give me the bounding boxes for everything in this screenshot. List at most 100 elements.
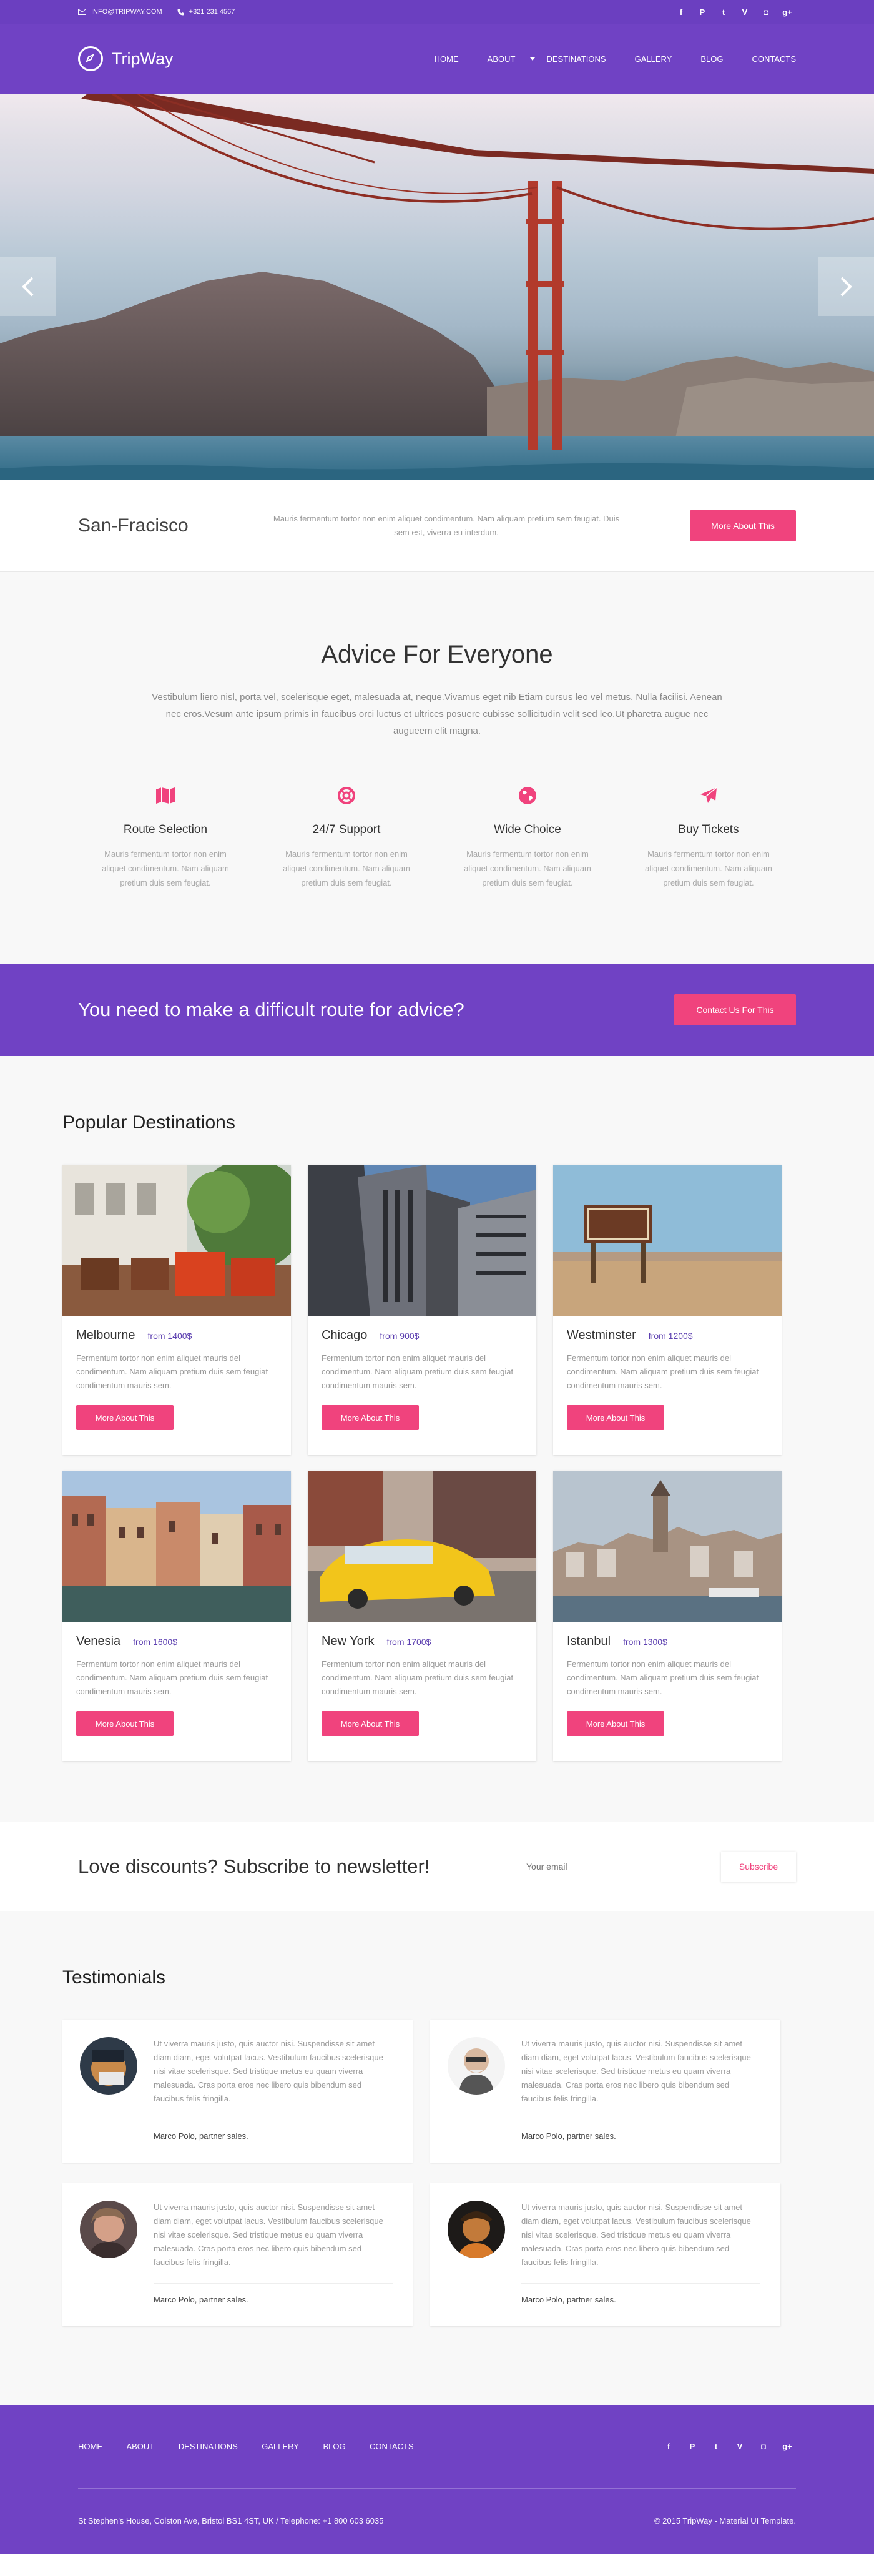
destination-more-button[interactable]: More About This bbox=[76, 1405, 174, 1430]
feature-buy-tickets: Buy Tickets Mauris fermentum tortor non … bbox=[637, 783, 780, 890]
advice-section: Advice For Everyone Vestibulum liero nis… bbox=[0, 572, 874, 964]
testimonial-text: Ut viverra mauris justo, quis auctor nis… bbox=[521, 2203, 751, 2267]
newsletter-section: Love discounts? Subscribe to newsletter!… bbox=[0, 1822, 874, 1911]
testimonials-title: Testimonials bbox=[62, 1967, 166, 1988]
featured-city-strip: San-Fracisco Mauris fermentum tortor non… bbox=[0, 480, 874, 572]
destination-description: Fermentum tortor non enim aliquet mauris… bbox=[322, 1353, 514, 1390]
email-text: INFO@TRIPWAY.COM bbox=[91, 8, 162, 16]
testimonial-author: Marco Polo, partner sales. bbox=[154, 2295, 248, 2304]
destination-name: Venesia bbox=[76, 1634, 121, 1648]
destination-card: New York from 1700$ Fermentum tortor non … bbox=[308, 1471, 536, 1761]
destination-price: from 900$ bbox=[380, 1331, 420, 1341]
footer-copyright: © 2015 TripWay - Material UI Template. bbox=[654, 2516, 796, 2525]
main-nav: HOME ABOUT DESTINATIONS GALLERY BLOG CON… bbox=[406, 54, 796, 64]
city-description: Mauris fermentum tortor non enim aliquet… bbox=[273, 514, 620, 537]
destination-more-button[interactable]: More About This bbox=[567, 1711, 664, 1736]
vimeo-icon[interactable]: V bbox=[731, 2438, 749, 2455]
contact-us-button[interactable]: Contact Us For This bbox=[674, 994, 796, 1025]
slider-next-button[interactable] bbox=[818, 257, 874, 316]
destination-more-button[interactable]: More About This bbox=[322, 1711, 419, 1736]
footer-nav-gallery[interactable]: GALLERY bbox=[262, 2442, 299, 2451]
footer-nav-home[interactable]: HOME bbox=[78, 2442, 102, 2451]
destinations-grid: Melbourne from 1400$ Fermentum tortor non… bbox=[62, 1165, 796, 1761]
avatar bbox=[448, 2201, 505, 2258]
destination-more-button[interactable]: More About This bbox=[76, 1711, 174, 1736]
destination-description: Fermentum tortor non enim aliquet mauris… bbox=[567, 1659, 759, 1696]
destination-more-button[interactable]: More About This bbox=[567, 1405, 664, 1430]
destination-photo[interactable] bbox=[62, 1471, 291, 1622]
popular-destinations-section: Popular Destinations Melbourne from 1400$… bbox=[0, 1056, 874, 1822]
topbar-social-links: f P t V ◘ g+ bbox=[672, 3, 796, 21]
email-input[interactable] bbox=[526, 1856, 707, 1877]
main-header: TripWay HOME ABOUT DESTINATIONS GALLERY … bbox=[0, 24, 874, 94]
feature-support: 24/7 Support Mauris fermentum tortor non… bbox=[275, 783, 418, 890]
footer-nav-destinations[interactable]: DESTINATIONS bbox=[179, 2442, 238, 2451]
testimonial-author: Marco Polo, partner sales. bbox=[521, 2131, 616, 2141]
destination-card: Chicago from 900$ Fermentum tortor non en… bbox=[308, 1165, 536, 1455]
testimonial-card: Ut viverra mauris justo, quis auctor nis… bbox=[62, 2020, 413, 2163]
destination-card: Westminster from 1200$ Fermentum tortor n… bbox=[553, 1165, 782, 1455]
instagram-icon[interactable]: ◘ bbox=[755, 2438, 772, 2455]
destination-price: from 1700$ bbox=[386, 1637, 431, 1647]
google-plus-icon[interactable]: g+ bbox=[778, 3, 796, 21]
map-icon bbox=[156, 787, 175, 804]
destination-photo[interactable] bbox=[308, 1165, 536, 1316]
twitter-icon[interactable]: t bbox=[715, 3, 732, 21]
nav-about[interactable]: ABOUT bbox=[488, 54, 536, 64]
footer-nav-blog[interactable]: BLOG bbox=[323, 2442, 345, 2451]
destination-card: Melbourne from 1400$ Fermentum tortor non… bbox=[62, 1165, 291, 1455]
destination-name: Melbourne bbox=[76, 1328, 135, 1342]
slider-prev-button[interactable] bbox=[0, 257, 56, 316]
testimonial-card: Ut viverra mauris justo, quis auctor nis… bbox=[430, 2020, 780, 2163]
brand-logo[interactable]: TripWay bbox=[78, 46, 174, 71]
feature-text: Mauris fermentum tortor non enim aliquet… bbox=[283, 849, 410, 887]
destination-photo[interactable] bbox=[62, 1165, 291, 1316]
nav-blog[interactable]: BLOG bbox=[700, 54, 723, 64]
avatar bbox=[80, 2201, 137, 2258]
nav-destinations[interactable]: DESTINATIONS bbox=[546, 54, 606, 64]
phone-text: +321 231 4567 bbox=[189, 8, 235, 16]
google-plus-icon[interactable]: g+ bbox=[778, 2438, 796, 2455]
destination-price: from 1400$ bbox=[147, 1331, 192, 1341]
footer-nav-about[interactable]: ABOUT bbox=[126, 2442, 154, 2451]
destination-name: New York bbox=[322, 1634, 375, 1648]
hero-slider bbox=[0, 94, 874, 480]
subscribe-button[interactable]: Subscribe bbox=[721, 1852, 796, 1882]
nav-about-label: ABOUT bbox=[487, 54, 516, 64]
destination-description: Fermentum tortor non enim aliquet mauris… bbox=[76, 1659, 268, 1696]
destination-photo[interactable] bbox=[553, 1165, 782, 1316]
route-advice-callout: You need to make a difficult route for a… bbox=[0, 964, 874, 1056]
nav-contacts[interactable]: CONTACTS bbox=[752, 54, 796, 64]
destination-name: Westminster bbox=[567, 1328, 636, 1342]
footer-nav-contacts[interactable]: CONTACTS bbox=[370, 2442, 414, 2451]
destination-more-button[interactable]: More About This bbox=[322, 1405, 419, 1430]
top-bar: INFO@TRIPWAY.COM +321 231 4567 f P t V ◘… bbox=[0, 0, 874, 24]
phone-contact[interactable]: +321 231 4567 bbox=[177, 8, 235, 16]
footer-address: St Stephen's House, Colston Ave, Bristol… bbox=[78, 2516, 384, 2525]
city-more-button[interactable]: More About This bbox=[690, 510, 796, 541]
pinterest-icon[interactable]: P bbox=[694, 3, 711, 21]
facebook-icon[interactable]: f bbox=[660, 2438, 677, 2455]
destinations-title: Popular Destinations bbox=[62, 1112, 235, 1133]
destination-card: Venesia from 1600$ Fermentum tortor non e… bbox=[62, 1471, 291, 1761]
testimonial-author: Marco Polo, partner sales. bbox=[521, 2295, 616, 2304]
destination-price: from 1300$ bbox=[623, 1637, 667, 1647]
feature-title: Wide Choice bbox=[494, 823, 561, 836]
pinterest-icon[interactable]: P bbox=[684, 2438, 701, 2455]
instagram-icon[interactable]: ◘ bbox=[757, 3, 775, 21]
facebook-icon[interactable]: f bbox=[672, 3, 690, 21]
globe-icon bbox=[519, 787, 536, 804]
nav-home[interactable]: HOME bbox=[435, 54, 459, 64]
email-contact[interactable]: INFO@TRIPWAY.COM bbox=[78, 8, 162, 16]
nav-gallery[interactable]: GALLERY bbox=[635, 54, 672, 64]
footer-social-links: f P t V ◘ g+ bbox=[660, 2438, 796, 2455]
twitter-icon[interactable]: t bbox=[707, 2438, 725, 2455]
destination-description: Fermentum tortor non enim aliquet mauris… bbox=[322, 1659, 514, 1696]
destination-card: Istanbul from 1300$ Fermentum tortor non … bbox=[553, 1471, 782, 1761]
newsletter-title: Love discounts? Subscribe to newsletter! bbox=[78, 1855, 430, 1877]
destination-photo[interactable] bbox=[308, 1471, 536, 1622]
testimonials-grid: Ut viverra mauris justo, quis auctor nis… bbox=[62, 2020, 796, 2326]
testimonial-card: Ut viverra mauris justo, quis auctor nis… bbox=[430, 2183, 780, 2326]
vimeo-icon[interactable]: V bbox=[736, 3, 754, 21]
destination-photo[interactable] bbox=[553, 1471, 782, 1622]
